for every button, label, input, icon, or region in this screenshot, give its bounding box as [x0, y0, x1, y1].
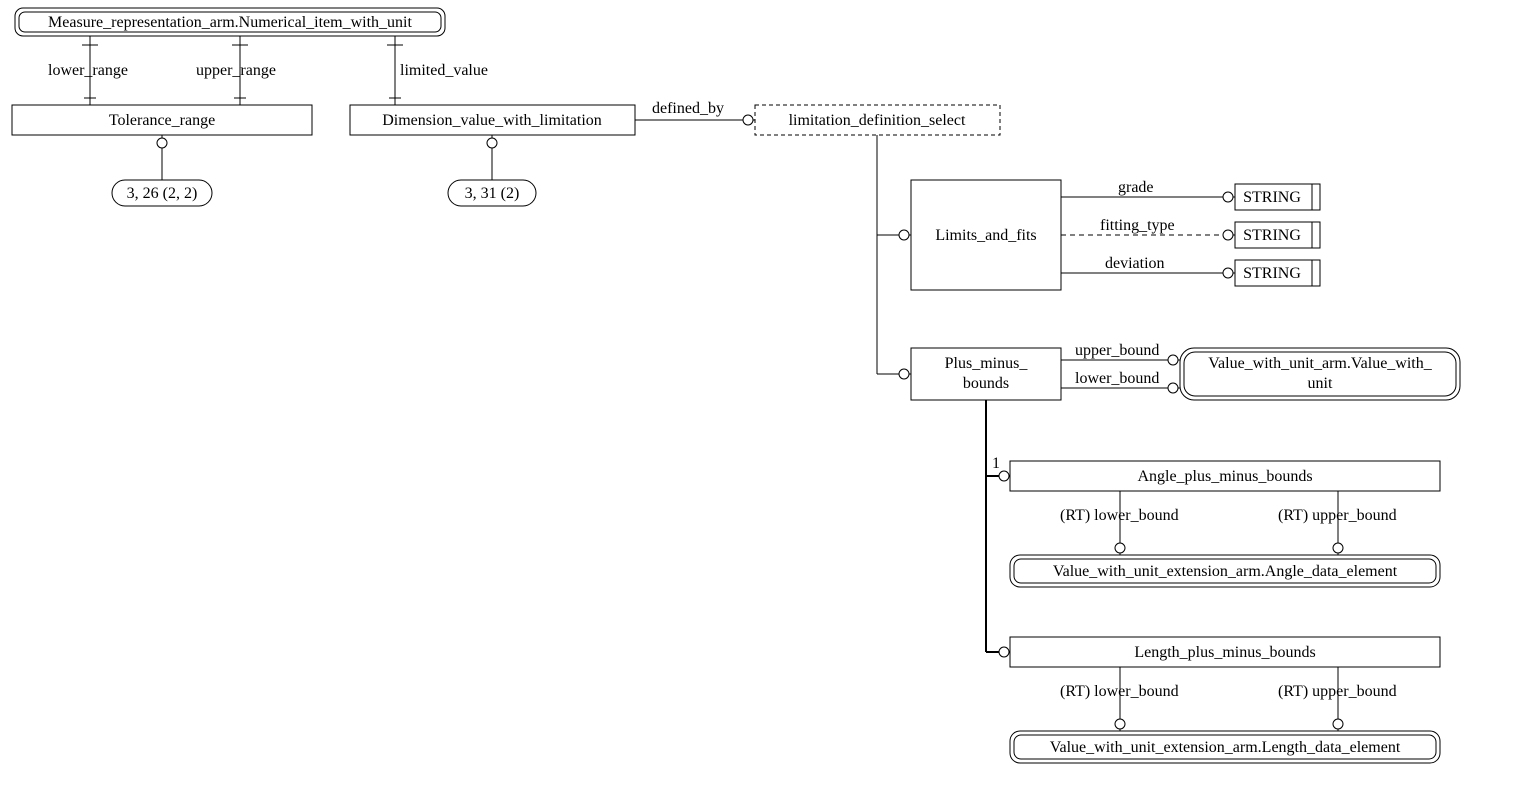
type-string-grade: STRING [1235, 184, 1320, 210]
upper-range-label: upper_range [196, 62, 276, 79]
attr-deviation: deviation [1061, 255, 1235, 278]
select-limitation-definition: limitation_definition_select [755, 105, 1000, 135]
dimension-value-label: Dimension_value_with_limitation [382, 112, 602, 129]
entity-length-data-element: Value_with_unit_extension_arm.Length_dat… [1010, 731, 1440, 763]
entity-plus-minus-bounds: Plus_minus_ bounds [911, 348, 1061, 400]
subtype-one-label: 1 [992, 455, 1000, 472]
numerical-item-label: Measure_representation_arm.Numerical_ite… [48, 14, 412, 31]
pageref-dimension-value: 3, 31 (2) [448, 135, 536, 206]
type-string-deviation: STRING [1235, 260, 1320, 286]
length-rt-lower-label: (RT) lower_bound [1060, 683, 1179, 700]
connector-defined-by: defined_by [635, 100, 755, 125]
pmb-label-line1: Plus_minus_ [945, 355, 1029, 372]
select-trunk [877, 135, 911, 379]
string-deviation-label: STRING [1243, 265, 1301, 282]
tolerance-range-label: Tolerance_range [109, 112, 215, 129]
lower-range-label: lower_range [48, 62, 128, 79]
limits-and-fits-label: Limits_and_fits [935, 227, 1036, 244]
pageref-tolerance-range-label: 3, 26 (2, 2) [127, 185, 198, 202]
length-rt-upper-label: (RT) upper_bound [1278, 683, 1397, 700]
value-with-unit-line1: Value_with_unit_arm.Value_with_ [1208, 355, 1433, 372]
type-string-fitting: STRING [1235, 222, 1320, 248]
entity-limits-and-fits: Limits_and_fits [911, 180, 1061, 290]
entity-angle-pmb: Angle_plus_minus_bounds [1010, 461, 1440, 491]
value-with-unit-line2: unit [1308, 375, 1333, 392]
deviation-label: deviation [1105, 255, 1165, 272]
length-data-element-label: Value_with_unit_extension_arm.Length_dat… [1050, 739, 1401, 756]
pageref-tolerance-range: 3, 26 (2, 2) [112, 135, 212, 206]
entity-angle-data-element: Value_with_unit_extension_arm.Angle_data… [1010, 555, 1440, 587]
string-fitting-label: STRING [1243, 227, 1301, 244]
fitting-type-label: fitting_type [1100, 217, 1175, 234]
attr-lower-bound: lower_bound [1061, 370, 1180, 393]
attr-length-rt-upper: (RT) upper_bound [1278, 667, 1397, 731]
attr-fitting-type: fitting_type [1061, 217, 1235, 240]
entity-length-pmb: Length_plus_minus_bounds [1010, 637, 1440, 667]
entity-dimension-value-with-limitation: Dimension_value_with_limitation [350, 105, 635, 135]
connector-lower-range: lower_range [48, 36, 128, 105]
limitation-select-label: limitation_definition_select [789, 112, 966, 129]
pageref-dimension-value-label: 3, 31 (2) [465, 185, 520, 202]
entity-numerical-item-with-unit: Measure_representation_arm.Numerical_ite… [15, 8, 445, 36]
entity-tolerance-range: Tolerance_range [12, 105, 312, 135]
angle-rt-lower-label: (RT) lower_bound [1060, 507, 1179, 524]
upper-bound-label: upper_bound [1075, 342, 1159, 359]
angle-rt-upper-label: (RT) upper_bound [1278, 507, 1397, 524]
string-grade-label: STRING [1243, 189, 1301, 206]
subtype-tree-pmb: 1 [986, 400, 1010, 657]
length-pmb-label: Length_plus_minus_bounds [1134, 644, 1315, 661]
attr-upper-bound: upper_bound [1061, 342, 1180, 365]
grade-label: grade [1118, 179, 1154, 196]
attr-length-rt-lower: (RT) lower_bound [1060, 667, 1179, 731]
angle-pmb-label: Angle_plus_minus_bounds [1137, 468, 1312, 485]
angle-data-element-label: Value_with_unit_extension_arm.Angle_data… [1053, 563, 1398, 580]
pmb-label-line2: bounds [963, 375, 1009, 392]
connector-upper-range: upper_range [196, 36, 276, 105]
lower-bound-label: lower_bound [1075, 370, 1159, 387]
entity-value-with-unit: Value_with_unit_arm.Value_with_ unit [1180, 348, 1460, 400]
attr-angle-rt-lower: (RT) lower_bound [1060, 491, 1179, 555]
attr-grade: grade [1061, 179, 1235, 202]
attr-angle-rt-upper: (RT) upper_bound [1278, 491, 1397, 555]
connector-limited-value: limited_value [387, 36, 488, 105]
defined-by-label: defined_by [652, 100, 724, 117]
limited-value-label: limited_value [400, 62, 488, 79]
